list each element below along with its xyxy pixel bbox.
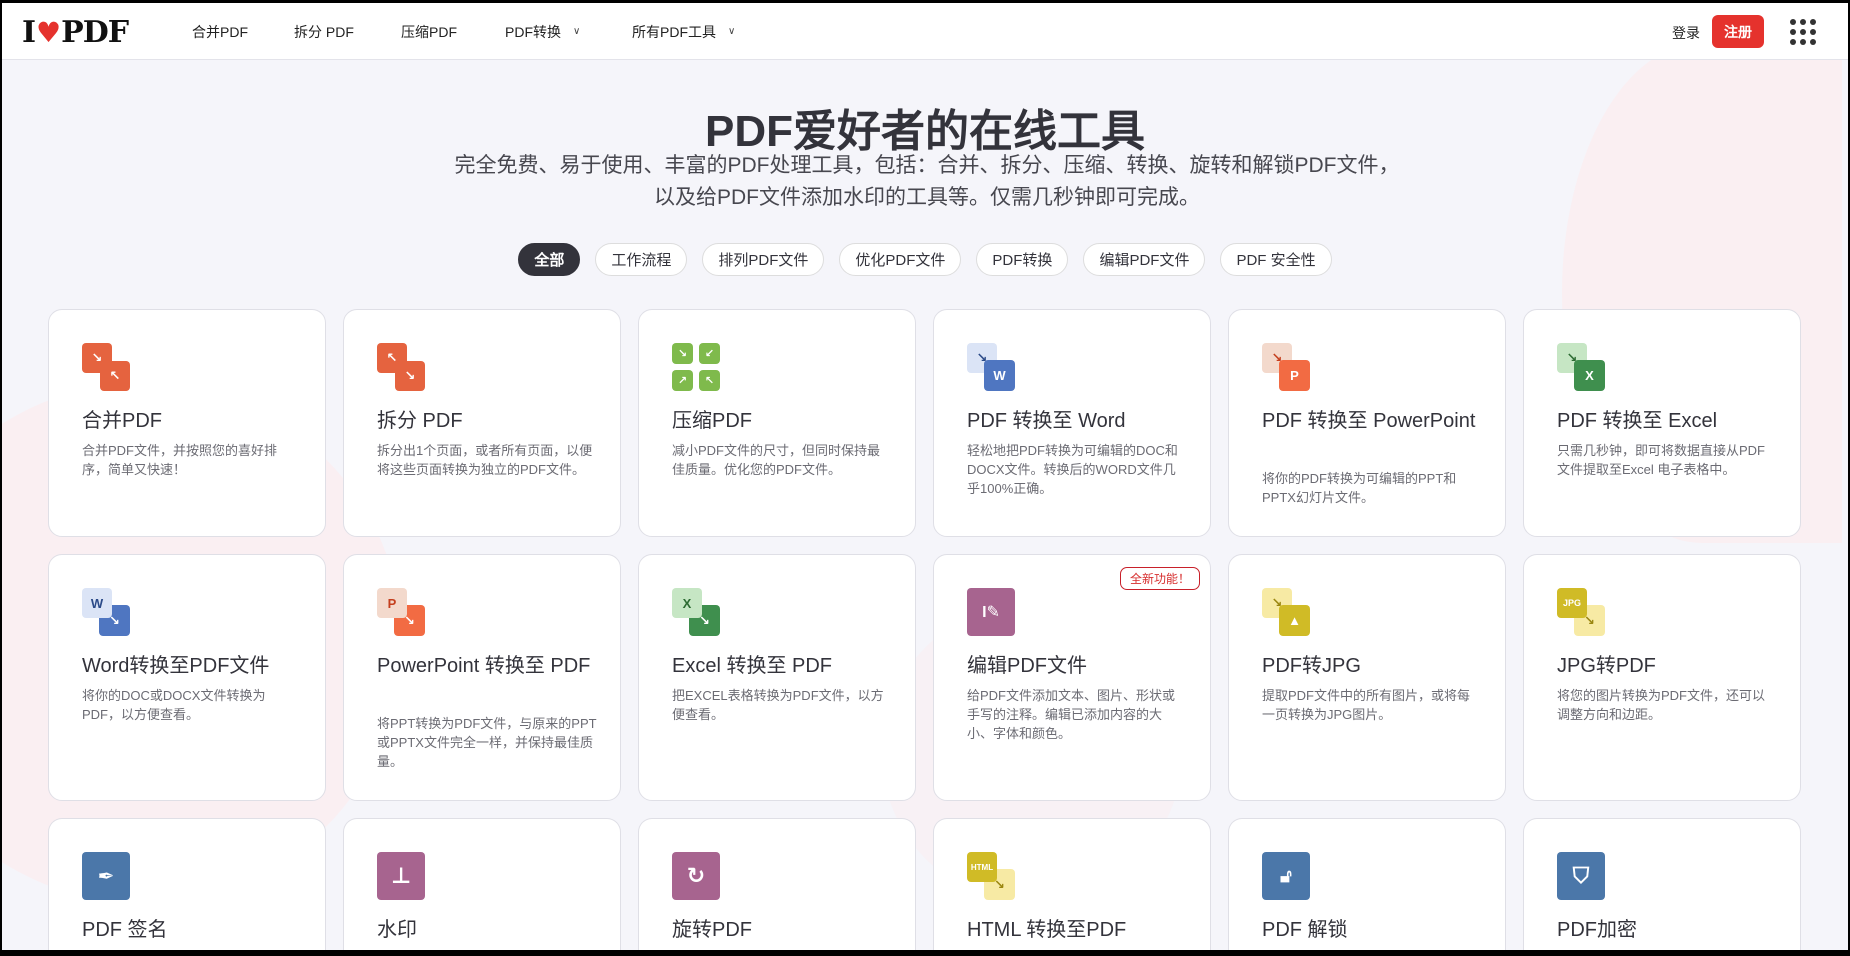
tool-card[interactable]: ↻ 旋转PDF [638,818,916,950]
pdf-to-powerpoint-icon: ↘ P [1262,343,1310,391]
tool-description: 将PPT转换为PDF文件，与原来的PPT或PPTX文件完全一样，并保持最佳质量。 [377,716,597,769]
tool-card[interactable]: ↘ ▲ PDF转JPG 提取PDF文件中的所有图片，或将每一页转换为JPG图片。 [1228,554,1506,801]
filter-tab[interactable]: PDF 安全性 [1220,243,1332,276]
split-icon: ↖ ↘ [377,343,425,391]
signup-button[interactable]: 注册 [1712,15,1764,48]
tool-title: PDF 签名 [82,919,168,941]
edit-pdf-icon: I✎ [967,588,1015,636]
tool-card[interactable]: ↘ HTML HTML 转换至PDF [933,818,1211,950]
unlock-pdf-icon: 🔓︎ [1262,852,1310,900]
nav-merge-pdf[interactable]: 合并PDF [192,3,248,60]
tool-card[interactable]: ↘ P PDF 转换至 PowerPoint 将你的PDF转换为可编辑的PPT和PPT… [1228,309,1506,537]
tool-card[interactable]: ↘ W PDF 转换至 Word 轻松地把PDF转换为可编辑的DOC和DOCX文件。转… [933,309,1211,537]
filter-tab[interactable]: 全部 [518,243,581,276]
top-navbar: I ♥ PDF 合并PDF 拆分 PDF 压缩PDF PDF转换 ∨ 所有PDF工具 ∨… [2,3,1848,60]
word-to-pdf-icon: ↘ W [82,588,130,636]
tool-description: 合并PDF文件，并按照您的喜好排序，简单又快速！ [82,443,278,477]
nav-label: 所有PDF工具 [632,23,716,40]
tool-card[interactable]: ↘ JPG JPG转PDF 将您的图片转换为PDF文件，还可以调整方向和边距。 [1523,554,1801,801]
chevron-down-icon: ∨ [728,26,736,37]
tool-description: 拆分出1个页面，或者所有页面，以便将这些页面转换为独立的PDF文件。 [377,443,593,477]
tool-card[interactable]: ↘ X Excel 转换至 PDF 把EXCEL表格转换为PDF文件，以方便查看。 [638,554,916,801]
tool-card[interactable]: ↘ ↙ ↗ ↖ 压缩PDF 减小PDF文件的尺寸，但同时保持最佳质量。优化您的PDF文件。 [638,309,916,537]
tool-title: PDF 转换至 PowerPoint [1262,410,1476,432]
tool-card[interactable]: ↘ X PDF 转换至 Excel 只需几秒钟，即可将数据直接从PDF文件提取至Exc… [1523,309,1801,537]
nav-label: 合并PDF [192,23,248,40]
apps-grid-icon[interactable] [1790,19,1816,45]
html-to-pdf-icon: ↘ HTML [967,852,1015,900]
page: I ♥ PDF 合并PDF 拆分 PDF 压缩PDF PDF转换 ∨ 所有PDF工具 ∨… [2,3,1848,950]
nav-compress-pdf[interactable]: 压缩PDF [401,3,457,60]
pdf-to-excel-icon: ↘ X [1557,343,1605,391]
tool-card[interactable]: ↘ P PowerPoint 转换至 PDF 将PPT转换为PDF文件，与原来的PPT… [343,554,621,801]
tool-title: Word转换至PDF文件 [82,655,270,677]
tool-title: PDF加密 [1557,919,1637,941]
login-link[interactable]: 登录 [1672,23,1700,43]
tool-card[interactable]: ⛉ PDF加密 [1523,818,1801,950]
tool-title: 旋转PDF [672,919,752,941]
excel-to-pdf-icon: ↘ X [672,588,720,636]
tool-title: JPG转PDF [1557,655,1656,677]
page-subtitle: 完全免费、易于使用、丰富的PDF处理工具，包括：合并、拆分、压缩、转换、旋转和解… [454,154,1400,209]
new-feature-badge: 全新功能！ [1119,567,1200,590]
nav-label: PDF转换 [505,23,561,40]
tool-title: PDF 转换至 Word [967,410,1126,432]
tool-description: 减小PDF文件的尺寸，但同时保持最佳质量。优化您的PDF文件。 [672,443,881,477]
compress-icon: ↘ ↙ ↗ ↖ [672,343,720,391]
powerpoint-to-pdf-icon: ↘ P [377,588,425,636]
filter-tab[interactable]: 排列PDF文件 [702,243,825,276]
tool-card[interactable]: 🔓︎ PDF 解锁 [1228,818,1506,950]
nav-label: 拆分 PDF [294,23,354,40]
filter-tab[interactable]: 优化PDF文件 [839,243,962,276]
tool-title: PDF 解锁 [1262,919,1348,941]
tool-card[interactable]: ⊥ 水印 [343,818,621,950]
tool-description: 轻松地把PDF转换为可编辑的DOC和DOCX文件。转换后的WORD文件几乎100… [967,443,1178,496]
tool-title: 压缩PDF [672,410,752,432]
tool-title: PDF转JPG [1262,655,1361,677]
tool-description: 提取PDF文件中的所有图片，或将每一页转换为JPG图片。 [1262,688,1471,722]
tool-card[interactable]: ✒ PDF 签名 [48,818,326,950]
tool-description: 将您的图片转换为PDF文件，还可以调整方向和边距。 [1557,688,1766,722]
logo[interactable]: I ♥ PDF [22,15,129,50]
nav-label: 压缩PDF [401,23,457,40]
tool-title: HTML 转换至PDF [967,919,1127,941]
tool-title: PowerPoint 转换至 PDF [377,655,591,677]
pdf-to-jpg-icon: ↘ ▲ [1262,588,1310,636]
nav-convert-pdf[interactable]: PDF转换 ∨ [505,3,580,60]
sign-pdf-icon: ✒ [82,852,130,900]
rotate-pdf-icon: ↻ [672,852,720,900]
pdf-to-word-icon: ↘ W [967,343,1015,391]
nav-split-pdf[interactable]: 拆分 PDF [294,3,354,60]
tool-card[interactable]: ↘ W Word转换至PDF文件将你的DOC或DOCX文件转换为PDF，以方便查看。 [48,554,326,801]
tool-description: 只需几秒钟，即可将数据直接从PDF文件提取至Excel 电子表格中。 [1557,443,1766,477]
tool-title: 拆分 PDF [377,410,463,432]
tool-description: 将你的DOC或DOCX文件转换为PDF，以方便查看。 [82,688,266,722]
tool-description: 给PDF文件添加文本、图片、形状或手写的注释。编辑已添加内容的大小、字体和颜色。 [967,688,1176,741]
watermark-icon: ⊥ [377,852,425,900]
filter-tab[interactable]: 编辑PDF文件 [1083,243,1206,276]
tool-description: 把EXCEL表格转换为PDF文件，以方便查看。 [672,688,884,722]
nav-all-tools[interactable]: 所有PDF工具 ∨ [632,3,735,60]
filter-tab[interactable]: 工作流程 [595,243,688,276]
tool-title: PDF 转换至 Excel [1557,410,1718,432]
tool-title: 合并PDF [82,410,162,432]
tool-title: 水印 [377,919,417,941]
tool-description: 将你的PDF转换为可编辑的PPT和PPTX幻灯片文件。 [1262,471,1457,505]
tool-card[interactable]: I✎ 编辑PDF文件给PDF文件添加文本、图片、形状或手写的注释。编辑已添加内容的… [933,554,1211,801]
filter-tab[interactable]: PDF转换 [976,243,1069,276]
tool-title: 编辑PDF文件 [967,655,1087,677]
merge-icon: ↘ ↖ [82,343,130,391]
protect-pdf-icon: ⛉ [1557,852,1605,900]
tool-card[interactable]: ↘ ↖ 合并PDF 合并PDF文件，并按照您的喜好排序，简单又快速！ [48,309,326,537]
chevron-down-icon: ∨ [573,26,581,37]
filter-tabs: 全部 工作流程 排列PDF文件 优化PDF文件 PDF转换 编辑PDF文件 PDF 安全性 [2,243,1848,276]
jpg-to-pdf-icon: ↘ JPG [1557,588,1605,636]
tool-card[interactable]: ↖ ↘ 拆分 PDF 拆分出1个页面，或者所有页面，以便将这些页面转换为独立的PDF文… [343,309,621,537]
tool-title: Excel 转换至 PDF [672,655,833,677]
